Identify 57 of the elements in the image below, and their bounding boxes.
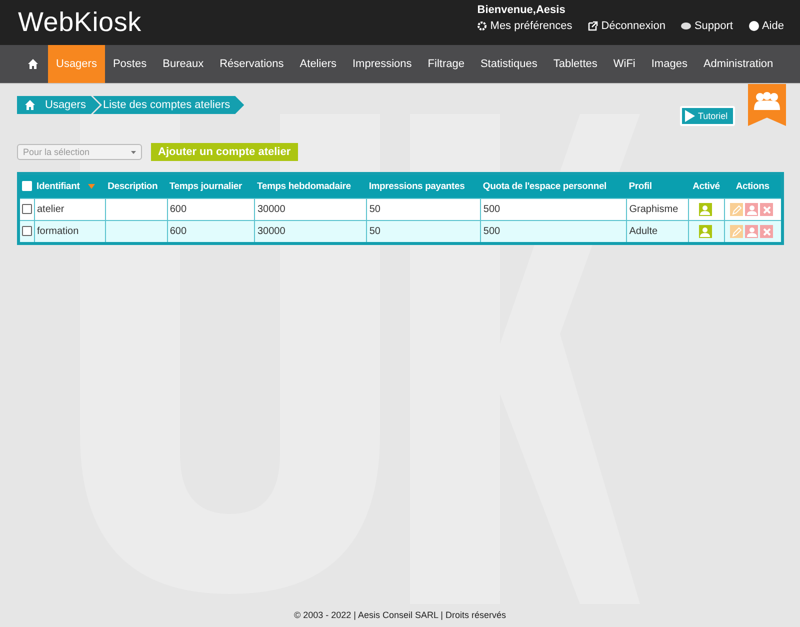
table-cell: 30000 — [257, 204, 286, 215]
table-cell: formation — [37, 226, 79, 237]
table-cell: Graphisme — [629, 204, 678, 215]
column-header: Actions — [736, 181, 770, 192]
table-cell: 600 — [170, 226, 187, 237]
table-cell: atelier — [37, 204, 64, 215]
nav-tab[interactable]: WiFi — [605, 45, 644, 83]
users-icon — [754, 92, 780, 110]
user-icon[interactable] — [745, 225, 758, 238]
header-link[interactable]: Mes préférences — [477, 20, 572, 32]
nav-tab[interactable]: Tablettes — [545, 45, 606, 83]
gear-icon — [477, 21, 488, 31]
table-cell: 500 — [483, 204, 500, 215]
edit-icon[interactable] — [730, 225, 744, 238]
table-cell: Adulte — [629, 226, 658, 237]
table-cell: 50 — [369, 204, 380, 215]
nav-tab[interactable]: Statistiques — [472, 45, 546, 83]
column-header: Profil — [628, 181, 652, 192]
user-icon[interactable] — [745, 203, 758, 216]
column-header: Temps hebdomadaire — [256, 181, 351, 192]
active-user-icon[interactable] — [698, 225, 712, 238]
nav-tab[interactable]: Filtrage — [420, 45, 472, 83]
welcome-text: Bienvenue,Aesis — [477, 4, 566, 16]
table-cell: 30000 — [257, 226, 286, 237]
column-header: Quota de l'espace personnel — [482, 181, 606, 192]
caret-icon — [131, 150, 136, 154]
active-user-icon[interactable] — [698, 203, 712, 216]
nav-tab[interactable]: Réservations — [212, 45, 292, 83]
nav-tab[interactable]: Impressions — [344, 45, 420, 83]
column-header: Impressions payantes — [368, 181, 465, 192]
nav-tab[interactable]: Administration — [695, 45, 782, 83]
column-header: Activé — [692, 181, 720, 192]
row-checkbox[interactable] — [22, 204, 32, 214]
nav-tab[interactable]: Ateliers — [292, 45, 344, 83]
nav-tab[interactable]: Bureaux — [154, 45, 212, 83]
external-link-icon — [588, 21, 598, 31]
nav-tab[interactable]: Images — [643, 45, 696, 83]
footer-text: © 2003 - 2022 | Aesis Conseil SARL | Droits réservés — [294, 610, 506, 620]
header-link[interactable]: Déconnexion — [588, 20, 666, 32]
delete-icon[interactable] — [760, 203, 774, 216]
header-link[interactable]: Aide — [748, 20, 784, 32]
edit-icon[interactable] — [730, 203, 744, 216]
play-icon — [685, 110, 695, 122]
home-icon — [28, 59, 38, 69]
column-header: Temps journalier — [169, 181, 242, 192]
nav-tab[interactable]: Postes — [104, 45, 155, 83]
logo[interactable]: WebKiosk — [18, 0, 142, 45]
table-cell: 500 — [483, 226, 500, 237]
header-link[interactable]: Support — [681, 20, 733, 32]
delete-icon[interactable] — [760, 225, 774, 238]
select-all-checkbox[interactable] — [22, 181, 32, 192]
home-icon — [25, 100, 35, 110]
sort-arrow-icon — [88, 184, 95, 189]
column-header: Description — [108, 181, 158, 192]
table-cell: 50 — [369, 226, 380, 237]
table-cell: 600 — [170, 204, 187, 215]
row-checkbox[interactable] — [22, 226, 32, 236]
